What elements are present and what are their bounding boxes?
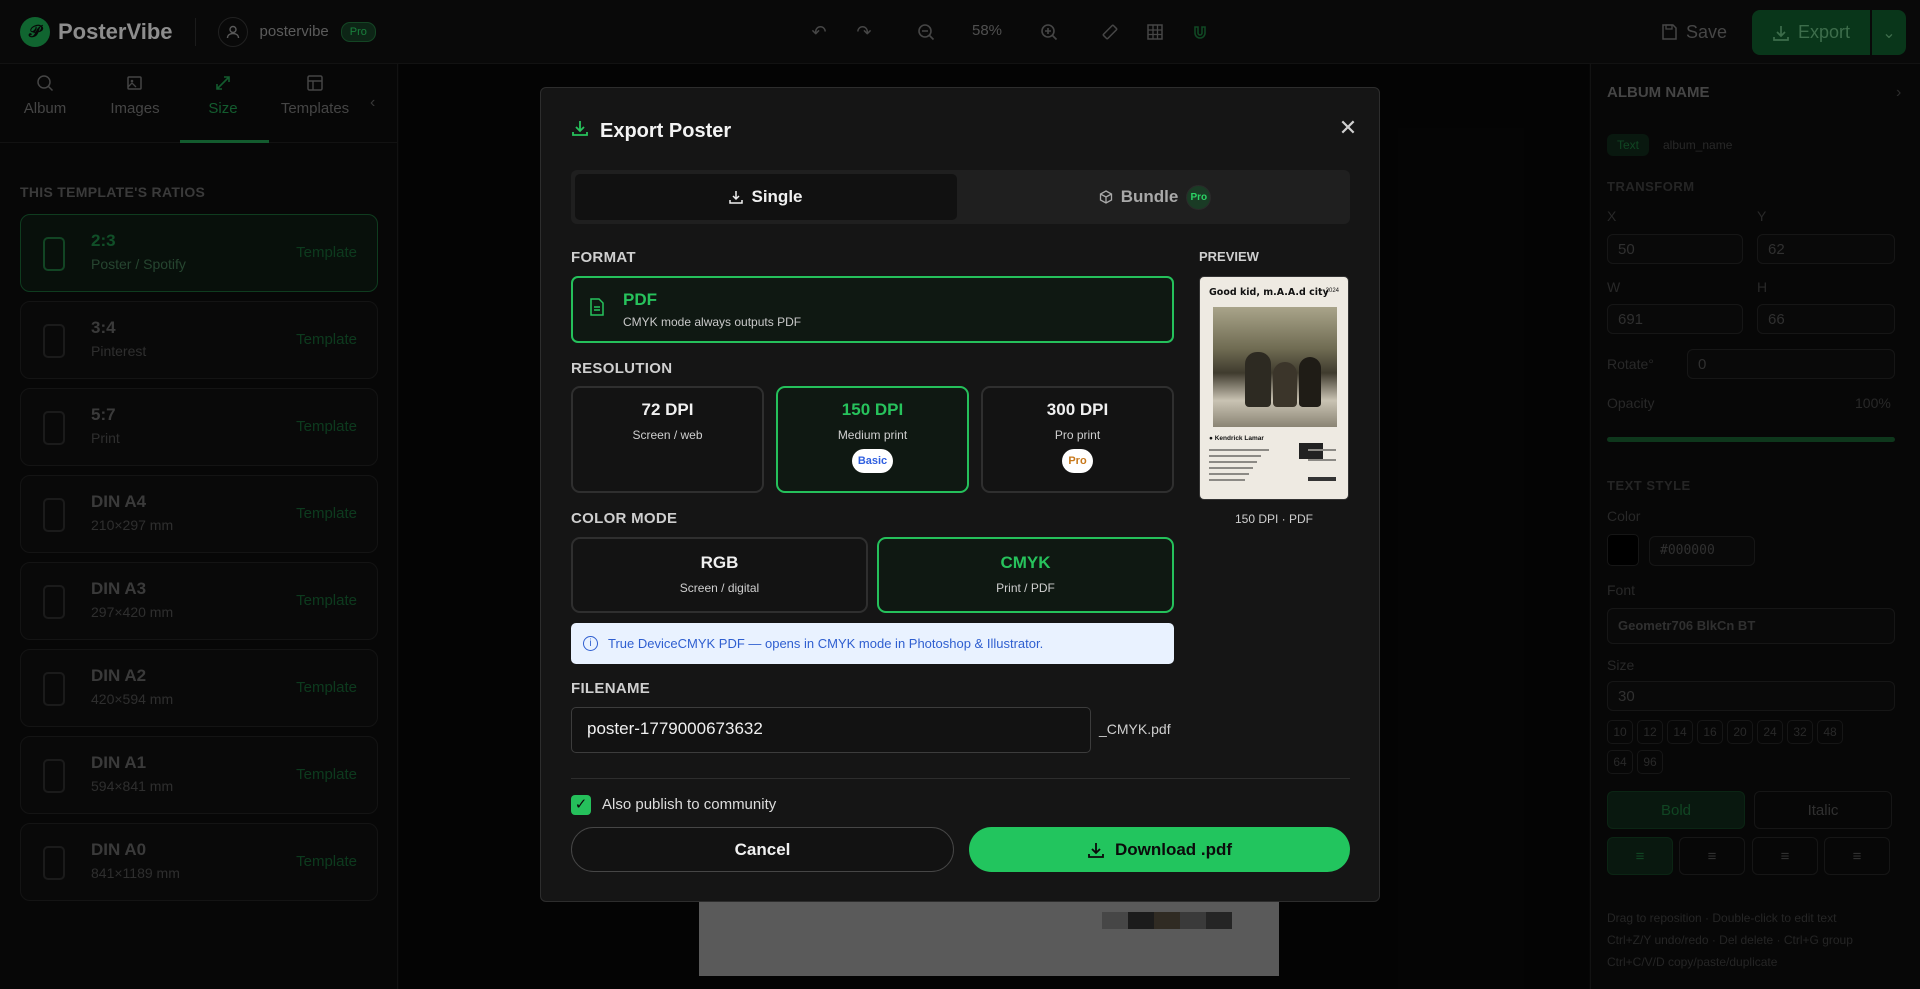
pro-badge: Pro <box>1186 184 1212 210</box>
color-mode-desc: Print / PDF <box>996 581 1055 595</box>
basic-badge: Basic <box>851 449 894 473</box>
color-mode-label: COLOR MODE <box>571 510 678 527</box>
preview-label: PREVIEW <box>1199 249 1259 264</box>
preview-caption: 150 DPI · PDF <box>1234 512 1314 526</box>
dpi-name: 150 DPI <box>841 400 904 419</box>
divider <box>571 778 1350 779</box>
close-icon[interactable]: ✕ <box>1333 113 1363 143</box>
package-icon <box>1099 190 1112 204</box>
dpi-name: 300 DPI <box>1046 400 1109 419</box>
tab-bundle-label: Bundle <box>1120 187 1179 206</box>
format-label: FORMAT <box>571 249 636 266</box>
dpi-option-300[interactable]: 300 DPI Pro print Pro <box>981 386 1174 493</box>
dialog-title: Export Poster <box>571 119 731 143</box>
download-button[interactable]: Download .pdf <box>969 827 1350 872</box>
export-dialog: Export Poster ✕ Single Bundle Pro FORMAT… <box>540 87 1380 902</box>
publish-checkbox[interactable]: ✓ <box>571 795 591 815</box>
info-icon: i <box>583 636 598 651</box>
export-mode-tabs: Single Bundle Pro <box>571 170 1350 224</box>
preview-artist: ● Kendrick Lamar <box>1209 435 1264 442</box>
format-option-pdf[interactable]: PDF CMYK mode always outputs PDF <box>571 276 1174 343</box>
format-desc: CMYK mode always outputs PDF <box>623 315 802 329</box>
color-mode-name: RGB <box>700 553 739 572</box>
color-mode-rgb[interactable]: RGB Screen / digital <box>571 537 868 613</box>
color-mode-name: CMYK <box>1000 553 1051 572</box>
album-cover-image <box>1213 307 1337 459</box>
tab-single[interactable]: Single <box>575 174 957 220</box>
preview-year: 2024 <box>1325 288 1339 294</box>
dpi-option-72[interactable]: 72 DPI Screen / web <box>571 386 764 493</box>
resolution-label: RESOLUTION <box>571 360 673 377</box>
app-root: 𝒫 PosterVibe postervibe Pro ↶ ↷ 58% Save… <box>0 0 1920 989</box>
cancel-label: Cancel <box>734 839 791 859</box>
pro-badge: Pro <box>1062 449 1093 473</box>
dpi-desc: Pro print <box>1054 428 1101 442</box>
color-mode-cmyk[interactable]: CMYK Print / PDF <box>877 537 1174 613</box>
dpi-desc: Medium print <box>837 428 908 442</box>
download-label: Download .pdf <box>1114 839 1233 859</box>
format-name: PDF <box>623 290 657 309</box>
dpi-name: 72 DPI <box>641 400 694 419</box>
cancel-button[interactable]: Cancel <box>571 827 954 872</box>
file-text-icon <box>589 298 605 322</box>
download-icon <box>729 191 744 204</box>
tab-single-label: Single <box>751 187 803 206</box>
info-text: True DeviceCMYK PDF — opens in CMYK mode… <box>608 636 1044 651</box>
tab-bundle[interactable]: Bundle Pro <box>964 174 1346 220</box>
dpi-option-150[interactable]: 150 DPI Medium print Basic <box>776 386 969 493</box>
filename-input[interactable]: poster-1779000673632 <box>571 707 1091 753</box>
publish-label[interactable]: Also publish to community <box>602 796 776 813</box>
parental-advisory-icon <box>1299 443 1323 459</box>
color-mode-desc: Screen / digital <box>679 581 760 595</box>
poster-preview: Good kid, m.A.A.d city 2024 ● Kendrick L… <box>1199 276 1349 500</box>
cmyk-info-banner: i True DeviceCMYK PDF — opens in CMYK mo… <box>571 623 1174 664</box>
download-icon <box>1088 842 1104 858</box>
preview-album-title: Good kid, m.A.A.d city <box>1209 287 1329 298</box>
dialog-title-text: Export Poster <box>600 119 732 142</box>
filename-label: FILENAME <box>571 680 651 697</box>
filename-suffix: _CMYK.pdf <box>1099 721 1171 737</box>
download-icon <box>571 119 589 143</box>
dpi-desc: Screen / web <box>632 428 703 442</box>
